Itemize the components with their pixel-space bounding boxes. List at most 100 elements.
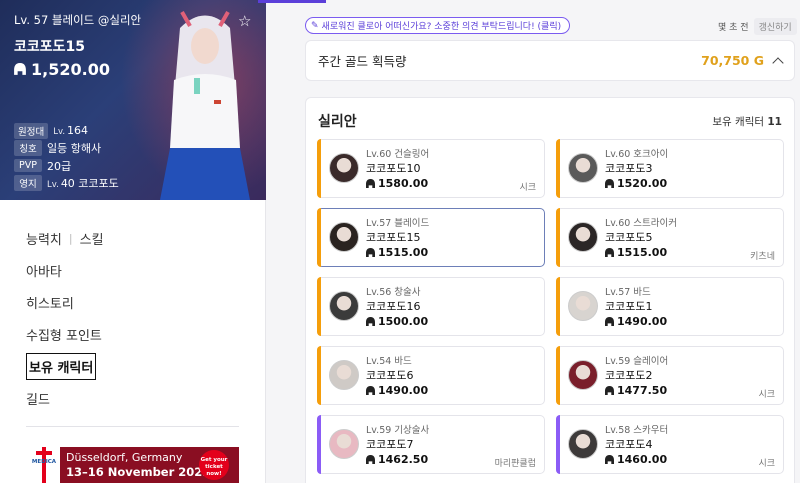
item-level-value: 1515.00 <box>617 246 668 259</box>
character-class: Lv.58 스카우터 <box>605 425 669 436</box>
character-class: Lv.54 바드 <box>366 356 412 367</box>
menu-item-collectibles[interactable]: 수집형 포인트 <box>26 318 104 350</box>
helmet-icon <box>366 385 375 395</box>
character-name: 코코포도7 <box>366 438 414 451</box>
character-avatar <box>329 291 359 321</box>
character-card[interactable]: Lv.58 스카우터 코코포도4 1460.00 시크 <box>556 415 784 474</box>
menu-separator: | <box>68 231 73 245</box>
character-avatar <box>568 222 598 252</box>
item-level-value: 1520.00 <box>617 177 668 190</box>
character-class: Lv.57 블레이드 <box>366 218 430 229</box>
character-class: Lv.60 호크아이 <box>605 149 669 160</box>
character-hero: Lv. 57 블레이드 @실리안 ☆ 코코포도15 1,520.00 원정대 L… <box>0 0 266 200</box>
character-card[interactable]: Lv.60 호크아이코코포도3 1520.00 <box>556 139 784 198</box>
card-accent <box>317 346 321 405</box>
item-level-value: 1500.00 <box>378 315 429 328</box>
refresh-button[interactable]: 갱신하기 <box>753 18 797 35</box>
gold-title: 주간 골드 획득량 <box>318 54 407 69</box>
character-class: Lv.60 스트라이커 <box>605 218 678 229</box>
character-name: 코코포도2 <box>605 369 653 382</box>
stat-key: PVP <box>14 159 42 173</box>
stat-prefix: Lv. <box>47 180 59 191</box>
card-accent <box>556 139 560 198</box>
chevron-up-icon[interactable] <box>772 56 784 69</box>
gold-value: 70,750 G <box>701 53 764 68</box>
chat-icon: ✎ <box>311 20 319 31</box>
character-name: 코코포도1 <box>605 300 653 313</box>
helmet-icon <box>605 178 614 188</box>
level-class-server: Lv. 57 블레이드 @실리안 <box>14 13 142 27</box>
character-name: 코코포도3 <box>605 162 653 175</box>
menu-item-guild[interactable]: 길드 <box>26 382 104 414</box>
character-item-level: 1500.00 <box>366 315 428 328</box>
notice-text: 새로워진 클로아 어떠신가요? 소중한 의견 부탁드립니다! (클릭) <box>321 22 562 32</box>
menu-ability[interactable]: 능력치 <box>26 229 62 248</box>
helmet-icon <box>605 454 614 464</box>
helmet-icon <box>605 247 614 257</box>
favorite-star-icon[interactable]: ☆ <box>238 12 251 30</box>
count-value: 11 <box>767 116 782 128</box>
menu-label: 아바타 <box>26 264 62 280</box>
card-accent <box>556 346 560 405</box>
menu-label: 수집형 포인트 <box>26 328 102 344</box>
ad-location: Düsseldorf, Germany <box>66 451 183 464</box>
character-name: 코코포도5 <box>605 231 653 244</box>
character-item-level: 1490.00 <box>366 384 428 397</box>
refresh-time: 몇 초 전 <box>718 23 749 33</box>
menu-label: 길드 <box>26 392 50 408</box>
weekly-gold-card[interactable]: 주간 골드 획득량 70,750 G <box>305 40 795 81</box>
character-card[interactable]: Lv.57 바드 코코포도1 1490.00 <box>556 277 784 336</box>
menu-divider <box>26 426 239 427</box>
character-card[interactable]: Lv.60 스트라이커 코코포도5 1515.00 키츠네 <box>556 208 784 267</box>
ad-banner[interactable]: MEDICA Düsseldorf, Germany 13–16 Novembe… <box>28 447 239 483</box>
character-card[interactable]: Lv.57 블레이드 코코포도15 1515.00 <box>317 208 545 267</box>
ad-text: Düsseldorf, Germany 13–16 November 2023 <box>66 451 210 479</box>
card-accent <box>556 277 560 336</box>
stat-key: 칭호 <box>14 140 42 157</box>
card-accent <box>317 415 321 474</box>
menu-item-avatar[interactable]: 아바타 <box>26 254 104 286</box>
stat-row-expedition: 원정대 Lv. 164 <box>14 122 119 140</box>
character-card[interactable]: Lv.54 바드 코코포도6 1490.00 <box>317 346 545 405</box>
card-accent <box>317 277 321 336</box>
character-item-level: 1515.00 <box>605 246 667 259</box>
stat-key: 영지 <box>14 175 42 192</box>
server-characters-card: 실리안 보유 캐릭터 11 Lv.60 건슬링어 코코포도10 1580.00 시크 L… <box>305 97 795 483</box>
character-title: 시크 <box>758 390 775 400</box>
server-name: 실리안 <box>318 114 357 130</box>
active-tab-indicator <box>258 0 326 3</box>
character-avatar <box>568 429 598 459</box>
character-card[interactable]: Lv.59 기상술사코코포도7 1462.50 마리퍈클럽 <box>317 415 545 474</box>
menu-item-ability-skill: 능력치 | 스킬 <box>26 222 104 254</box>
character-card[interactable]: Lv.56 창술사 코코포도16 1500.00 <box>317 277 545 336</box>
character-class: Lv.59 슬레이어 <box>605 356 669 367</box>
character-avatar <box>329 360 359 390</box>
menu-item-characters[interactable]: 보유 캐릭터 <box>26 350 104 382</box>
card-accent <box>317 208 321 267</box>
character-title: 마리퍈클럽 <box>494 459 536 469</box>
ad-cta-button[interactable]: Get your ticket now! <box>199 450 229 480</box>
menu-skill[interactable]: 스킬 <box>80 229 104 248</box>
ad-dates: 13–16 November 2023 <box>66 465 211 479</box>
item-level-value: 1460.00 <box>617 453 668 466</box>
medica-logo: MEDICA <box>28 447 60 483</box>
character-avatar <box>568 153 598 183</box>
character-item-level: 1490.00 <box>605 315 667 328</box>
character-card[interactable]: Lv.60 건슬링어 코코포도10 1580.00 시크 <box>317 139 545 198</box>
character-name: 코코포도4 <box>605 438 653 451</box>
character-class: Lv.59 기상술사 <box>366 425 430 436</box>
card-accent <box>317 139 321 198</box>
stat-row-estate: 영지 Lv. 40 코코포도 <box>14 175 119 193</box>
character-avatar <box>568 291 598 321</box>
character-avatar <box>329 222 359 252</box>
menu-item-history[interactable]: 히스토리 <box>26 286 104 318</box>
item-level-value: 1462.50 <box>378 453 429 466</box>
character-item-level: 1477.50 <box>605 384 667 397</box>
helmet-icon <box>366 247 375 257</box>
character-title: 시크 <box>519 183 536 193</box>
feedback-notice[interactable]: ✎ 새로워진 클로아 어떠신가요? 소중한 의견 부탁드립니다! (클릭) <box>305 17 571 34</box>
profile-panel: Lv. 57 블레이드 @실리안 ☆ 코코포도15 1,520.00 원정대 L… <box>0 0 266 483</box>
character-name: 코코포도10 <box>366 162 421 175</box>
character-card[interactable]: Lv.59 슬레이어코코포도2 1477.50 시크 <box>556 346 784 405</box>
helmet-icon <box>366 316 375 326</box>
